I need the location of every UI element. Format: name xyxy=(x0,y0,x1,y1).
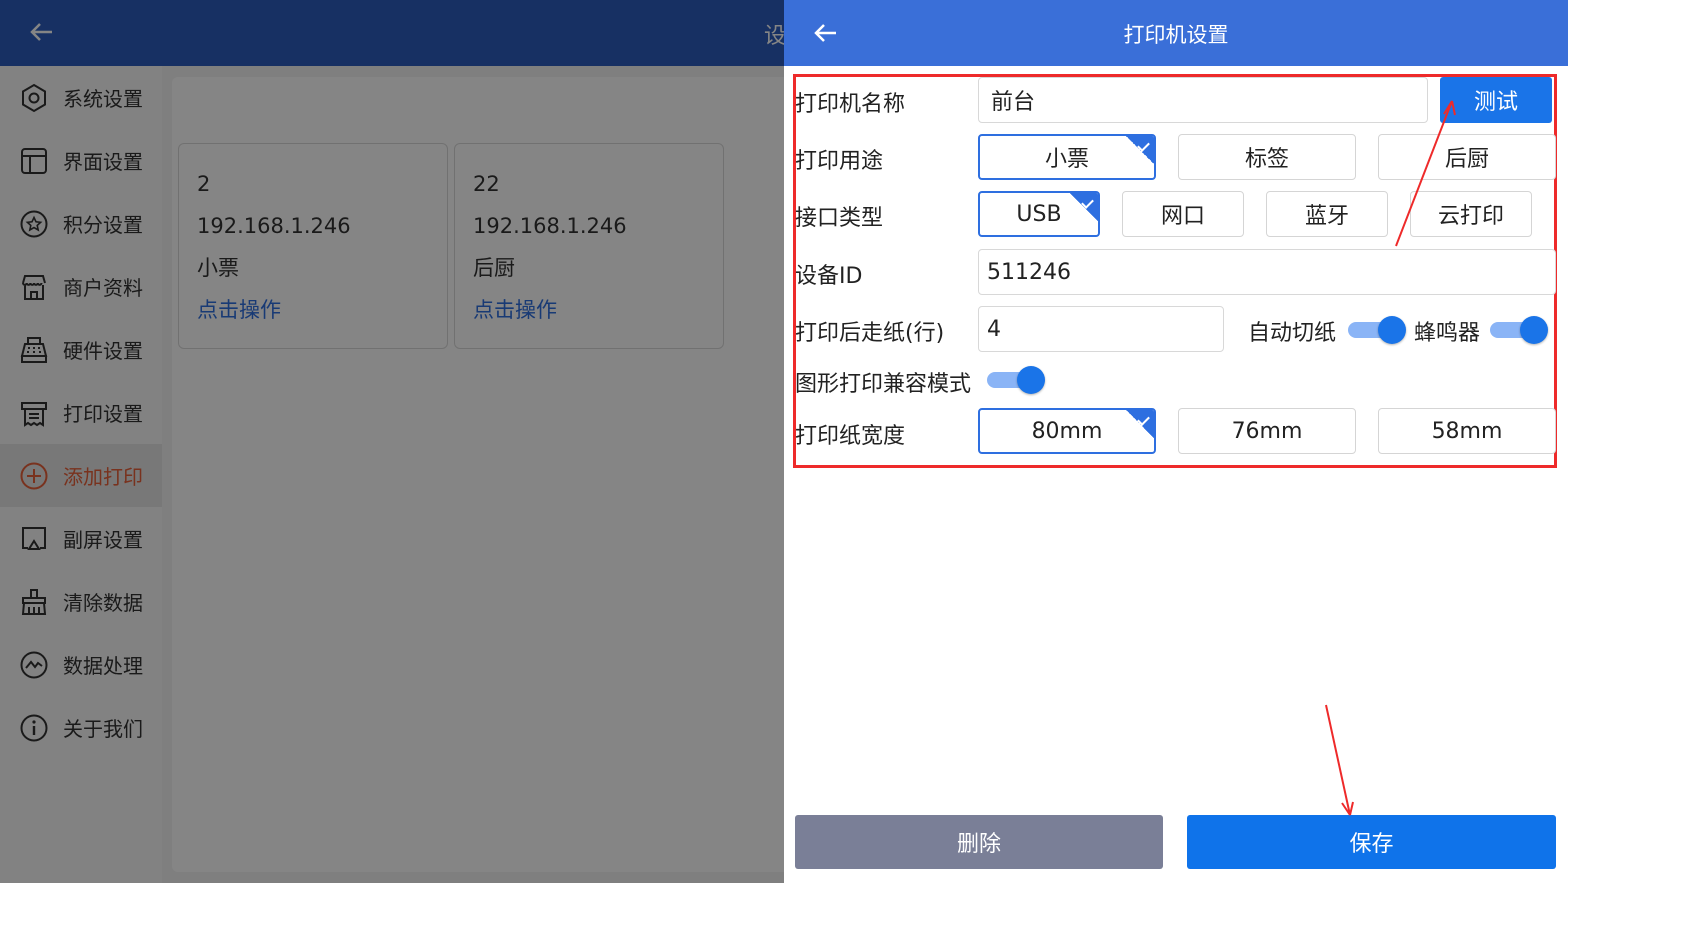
option-label: 云打印 xyxy=(1437,204,1504,229)
check-corner-icon xyxy=(1126,410,1154,438)
auto-cut-label: 自动切纸 xyxy=(1248,321,1337,346)
usage-label: 打印用途 xyxy=(795,149,884,174)
buzzer-label: 蜂鸣器 xyxy=(1414,321,1481,346)
paper-width-label: 打印纸宽度 xyxy=(795,424,906,449)
save-button[interactable]: 保存 xyxy=(1187,815,1556,869)
usage-option-label[interactable]: 标签 xyxy=(1178,134,1356,180)
interface-option-network[interactable]: 网口 xyxy=(1122,191,1244,237)
interface-option-cloud[interactable]: 云打印 xyxy=(1410,191,1532,237)
option-label: 76mm xyxy=(1231,418,1303,444)
toggle-knob xyxy=(1520,316,1548,344)
usage-option-receipt[interactable]: 小票 xyxy=(978,134,1156,180)
device-id-label: 设备ID xyxy=(795,264,863,289)
feed-lines-input[interactable]: 4 xyxy=(978,306,1224,352)
toggle-knob xyxy=(1017,366,1045,394)
printer-name-input[interactable]: 前台 xyxy=(978,77,1428,123)
check-corner-icon xyxy=(1070,193,1098,221)
printer-name-label: 打印机名称 xyxy=(795,92,906,117)
option-label: USB xyxy=(1016,201,1062,227)
paper-width-option-58[interactable]: 58mm xyxy=(1378,408,1556,454)
option-label: 小票 xyxy=(1044,147,1089,172)
modal-overlay[interactable] xyxy=(0,0,784,883)
toggle-knob xyxy=(1378,316,1406,344)
interface-option-usb[interactable]: USB xyxy=(978,191,1100,237)
device-id-input[interactable]: 511246 xyxy=(978,249,1556,295)
panel-header: 打印机设置 xyxy=(784,0,1568,66)
option-label: 58mm xyxy=(1431,418,1503,444)
graphic-mode-label: 图形打印兼容模式 xyxy=(795,372,972,397)
auto-cut-toggle[interactable] xyxy=(1348,316,1406,344)
delete-button[interactable]: 删除 xyxy=(795,815,1163,869)
panel-title: 打印机设置 xyxy=(1123,23,1229,47)
feed-lines-label: 打印后走纸(行) xyxy=(795,321,945,346)
paper-width-option-80[interactable]: 80mm xyxy=(978,408,1156,454)
check-corner-icon xyxy=(1126,136,1154,164)
screen: 设 系统设置 界面设置 积分设置 商户资料 硬件设置 打印设置 添加打印 副屏设… xyxy=(0,0,1568,883)
test-button[interactable]: 测试 xyxy=(1440,77,1552,123)
graphic-mode-toggle[interactable] xyxy=(987,366,1045,394)
option-label: 80mm xyxy=(1031,418,1103,444)
paper-width-option-76[interactable]: 76mm xyxy=(1178,408,1356,454)
option-label: 网口 xyxy=(1160,204,1205,229)
usage-option-kitchen[interactable]: 后厨 xyxy=(1378,134,1556,180)
option-label: 标签 xyxy=(1244,147,1289,172)
printer-settings-panel: 打印机设置 打印机名称 前台 测试 打印用途 小票 标签 后厨 接口类型 USB… xyxy=(784,0,1568,883)
interface-label: 接口类型 xyxy=(795,206,884,231)
buzzer-toggle[interactable] xyxy=(1490,316,1548,344)
option-label: 蓝牙 xyxy=(1304,204,1349,229)
interface-option-bluetooth[interactable]: 蓝牙 xyxy=(1266,191,1388,237)
option-label: 后厨 xyxy=(1444,147,1489,172)
